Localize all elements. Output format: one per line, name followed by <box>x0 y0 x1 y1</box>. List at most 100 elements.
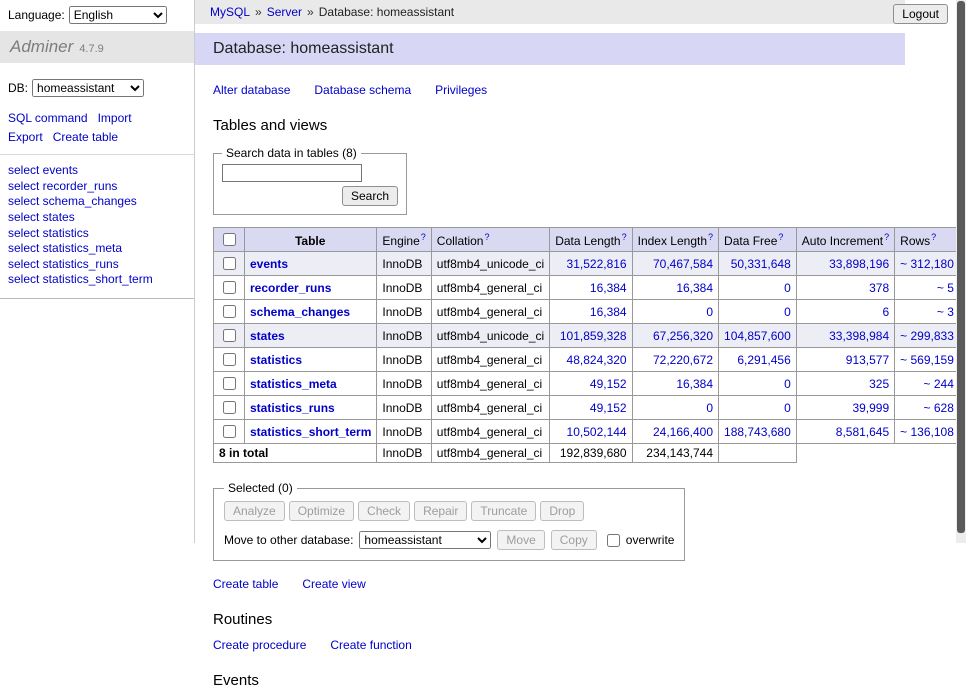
rows-link[interactable]: ~ 136,108 <box>900 425 954 439</box>
index-length-link[interactable]: 16,384 <box>676 377 713 391</box>
sidebar-table-link[interactable]: select statistics_meta <box>8 241 122 255</box>
row-checkbox[interactable] <box>223 281 236 294</box>
index-length-link[interactable]: 70,467,584 <box>653 257 713 271</box>
data-length-link[interactable]: 16,384 <box>590 305 627 319</box>
index-length-link[interactable]: 0 <box>706 305 713 319</box>
auto-increment-link[interactable]: 8,581,645 <box>836 425 889 439</box>
rows-link[interactable]: ~ 5 <box>937 281 954 295</box>
sidebar-command-link[interactable]: Export <box>8 130 43 144</box>
table-name-link[interactable]: statistics <box>250 353 302 367</box>
overwrite-checkbox[interactable] <box>607 534 620 547</box>
row-checkbox[interactable] <box>223 425 236 438</box>
row-checkbox[interactable] <box>223 353 236 366</box>
sidebar-table-link[interactable]: select statistics_short_term <box>8 272 153 286</box>
rows-link[interactable]: ~ 244 <box>924 377 954 391</box>
auto-increment-link[interactable]: 913,577 <box>846 353 889 367</box>
column-help-link[interactable]: ? <box>484 232 489 242</box>
auto-increment-link[interactable]: 378 <box>869 281 889 295</box>
rows-link[interactable]: ~ 3 <box>937 305 954 319</box>
index-length-link[interactable]: 24,166,400 <box>653 425 713 439</box>
table-name-link[interactable]: statistics_runs <box>250 401 335 415</box>
move-database-select[interactable]: homeassistant <box>359 531 491 549</box>
rows-link[interactable]: ~ 299,833 <box>900 329 954 343</box>
data-free-link[interactable]: 50,331,648 <box>731 257 791 271</box>
data-length-link[interactable]: 101,859,328 <box>560 329 627 343</box>
selected-action-button[interactable]: Check <box>358 501 410 521</box>
db-select[interactable]: homeassistant <box>32 79 144 97</box>
move-button[interactable]: Move <box>497 530 544 550</box>
row-checkbox[interactable] <box>223 329 236 342</box>
column-help-link[interactable]: ? <box>421 232 426 242</box>
create-link[interactable]: Create view <box>302 577 365 591</box>
breadcrumb-server-link[interactable]: Server <box>267 5 302 19</box>
column-help-link[interactable]: ? <box>884 232 889 242</box>
data-length-link[interactable]: 31,522,816 <box>567 257 627 271</box>
select-all-checkbox[interactable] <box>223 233 236 246</box>
data-length-link[interactable]: 10,502,144 <box>567 425 627 439</box>
selected-action-button[interactable]: Repair <box>414 501 467 521</box>
table-name-link[interactable]: schema_changes <box>250 305 350 319</box>
table-name-link[interactable]: statistics_short_term <box>250 425 371 439</box>
sidebar-table-link[interactable]: select statistics_runs <box>8 257 119 271</box>
sidebar-table-link[interactable]: select statistics <box>8 226 89 240</box>
auto-increment-link[interactable]: 33,398,984 <box>829 329 889 343</box>
data-length-link[interactable]: 48,824,320 <box>567 353 627 367</box>
copy-button[interactable]: Copy <box>551 530 597 550</box>
data-free-link[interactable]: 188,743,680 <box>724 425 791 439</box>
db-action-link[interactable]: Database schema <box>314 83 411 97</box>
sidebar-command-link[interactable]: SQL command <box>8 111 88 125</box>
sidebar-table-link[interactable]: select states <box>8 210 75 224</box>
data-free-link[interactable]: 0 <box>784 401 791 415</box>
db-action-link[interactable]: Alter database <box>213 83 290 97</box>
breadcrumb-mysql-link[interactable]: MySQL <box>210 5 250 19</box>
create-link[interactable]: Create table <box>213 577 278 591</box>
scrollbar-thumb[interactable] <box>957 1 965 533</box>
column-help-link[interactable]: ? <box>778 232 783 242</box>
data-length-link[interactable]: 49,152 <box>590 377 627 391</box>
search-input[interactable] <box>222 164 362 182</box>
auto-increment-link[interactable]: 39,999 <box>852 401 889 415</box>
data-free-link[interactable]: 0 <box>784 305 791 319</box>
data-free-link[interactable]: 6,291,456 <box>737 353 790 367</box>
routine-link[interactable]: Create function <box>330 638 411 652</box>
row-checkbox[interactable] <box>223 257 236 270</box>
language-select[interactable]: English <box>69 6 167 24</box>
data-free-link[interactable]: 0 <box>784 377 791 391</box>
data-free-link[interactable]: 104,857,600 <box>724 329 791 343</box>
row-checkbox[interactable] <box>223 377 236 390</box>
rows-link[interactable]: ~ 628 <box>924 401 954 415</box>
table-name-link[interactable]: statistics_meta <box>250 377 337 391</box>
data-length-link[interactable]: 16,384 <box>590 281 627 295</box>
row-checkbox[interactable] <box>223 305 236 318</box>
sidebar-table-link[interactable]: select events <box>8 163 78 177</box>
sidebar-command-link[interactable]: Create table <box>53 130 118 144</box>
column-help-link[interactable]: ? <box>622 232 627 242</box>
rows-link[interactable]: ~ 569,159 <box>900 353 954 367</box>
db-action-link[interactable]: Privileges <box>435 83 487 97</box>
data-length-link[interactable]: 49,152 <box>590 401 627 415</box>
selected-action-button[interactable]: Truncate <box>471 501 536 521</box>
sidebar-command-link[interactable]: Import <box>98 111 132 125</box>
sidebar-table-link[interactable]: select recorder_runs <box>8 179 117 193</box>
auto-increment-link[interactable]: 6 <box>882 305 889 319</box>
table-name-link[interactable]: recorder_runs <box>250 281 331 295</box>
routine-link[interactable]: Create procedure <box>213 638 306 652</box>
auto-increment-link[interactable]: 33,898,196 <box>829 257 889 271</box>
table-name-link[interactable]: events <box>250 257 288 271</box>
data-free-link[interactable]: 0 <box>784 281 791 295</box>
search-button[interactable]: Search <box>342 186 398 206</box>
logout-button[interactable]: Logout <box>893 4 948 24</box>
selected-action-button[interactable]: Optimize <box>289 501 354 521</box>
auto-increment-link[interactable]: 325 <box>869 377 889 391</box>
selected-action-button[interactable]: Drop <box>540 501 584 521</box>
rows-link[interactable]: ~ 312,180 <box>900 257 954 271</box>
vertical-scrollbar[interactable] <box>956 0 966 543</box>
column-help-link[interactable]: ? <box>708 232 713 242</box>
selected-action-button[interactable]: Analyze <box>224 501 285 521</box>
index-length-link[interactable]: 67,256,320 <box>653 329 713 343</box>
column-help-link[interactable]: ? <box>931 232 936 242</box>
sidebar-table-link[interactable]: select schema_changes <box>8 194 137 208</box>
index-length-link[interactable]: 0 <box>706 401 713 415</box>
index-length-link[interactable]: 72,220,672 <box>653 353 713 367</box>
index-length-link[interactable]: 16,384 <box>676 281 713 295</box>
